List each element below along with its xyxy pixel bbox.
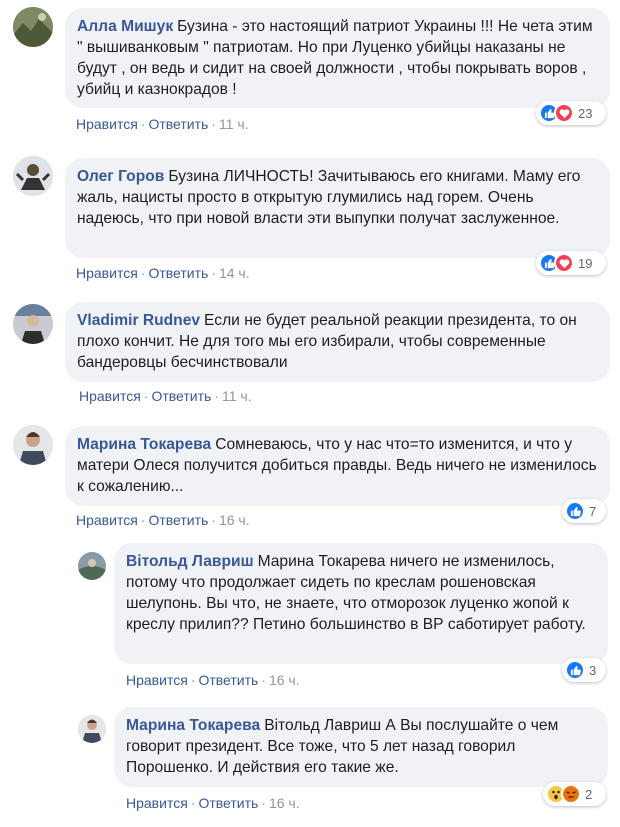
comment-bubble: Марина Токарева Вітольд Лавриш А Вы послу… [114, 707, 608, 787]
comment-author[interactable]: Марина Токарева [77, 436, 211, 453]
reaction-summary[interactable]: 7 [562, 499, 606, 523]
love-icon [554, 103, 574, 123]
comment-author[interactable]: Вітольд Лавриш [126, 553, 254, 570]
avatar[interactable] [13, 7, 53, 47]
like-link[interactable]: Нравится [76, 116, 138, 132]
reply-link[interactable]: Ответить [148, 116, 208, 132]
comment-time[interactable]: 11 ч. [219, 116, 249, 132]
like-icon [565, 660, 585, 680]
comment-bubble: Вітольд Лавриш Марина Токарева ничего не … [114, 543, 608, 664]
reaction-count: 23 [578, 105, 593, 121]
like-link[interactable]: Нравится [126, 672, 188, 688]
comment-bubble: Алла Мишук Бузина - это настоящий патриот… [65, 8, 610, 108]
avatar[interactable] [13, 304, 53, 344]
comment-author[interactable]: Vladimir Rudnev [77, 312, 200, 329]
reaction-count: 2 [585, 786, 593, 802]
comment-actions: Нравится · Ответить · 11 ч. [79, 388, 252, 404]
comment-actions: Нравится · Ответить · 16 ч. [126, 672, 300, 688]
like-link[interactable]: Нравится [76, 265, 138, 281]
like-link[interactable]: Нравится [76, 512, 138, 528]
avatar[interactable] [13, 425, 53, 465]
reaction-summary[interactable]: 3 [562, 658, 606, 682]
avatar[interactable] [13, 156, 53, 196]
comment-bubble: Олег Горов Бузина ЛИЧНОСТЬ! Зачитываюсь е… [65, 158, 610, 258]
comment-time[interactable]: 16 ч. [219, 512, 250, 528]
love-icon [554, 253, 574, 273]
like-link[interactable]: Нравится [79, 388, 141, 404]
comment-actions: Нравится · Ответить · 16 ч. [76, 512, 250, 528]
comment-actions: Нравится · Ответить · 11 ч. [76, 116, 249, 132]
angry-icon [561, 784, 581, 804]
reaction-count: 19 [578, 255, 593, 271]
comment-author[interactable]: Марина Токарева [126, 717, 260, 734]
reply-link[interactable]: Ответить [198, 795, 258, 811]
reaction-count: 3 [589, 662, 597, 678]
comment-author[interactable]: Алла Мишук [77, 18, 173, 35]
like-link[interactable]: Нравится [126, 795, 188, 811]
comment-time[interactable]: 16 ч. [269, 672, 300, 688]
reply-link[interactable]: Ответить [198, 672, 258, 688]
comment-time[interactable]: 14 ч. [219, 265, 250, 281]
comment-actions: Нравится · Ответить · 16 ч. [126, 795, 300, 811]
comment-time[interactable]: 11 ч. [222, 388, 252, 404]
reaction-summary[interactable]: 2 [543, 782, 606, 806]
comment-bubble: Vladimir Rudnev Если не будет реальной ре… [65, 302, 610, 382]
comment-time[interactable]: 16 ч. [269, 795, 300, 811]
comment-author[interactable]: Олег Горов [77, 168, 164, 185]
avatar[interactable] [78, 715, 106, 743]
comment-actions: Нравится · Ответить · 14 ч. [76, 265, 250, 281]
avatar[interactable] [78, 552, 106, 580]
reaction-summary[interactable]: 19 [536, 251, 606, 275]
reaction-count: 7 [589, 503, 597, 519]
comment-bubble: Марина Токарева Сомневаюсь, что у нас что… [65, 426, 610, 506]
reply-link[interactable]: Ответить [151, 388, 211, 404]
reply-link[interactable]: Ответить [148, 265, 208, 281]
reaction-summary[interactable]: 23 [536, 101, 606, 125]
like-icon [565, 501, 585, 521]
reply-link[interactable]: Ответить [148, 512, 208, 528]
